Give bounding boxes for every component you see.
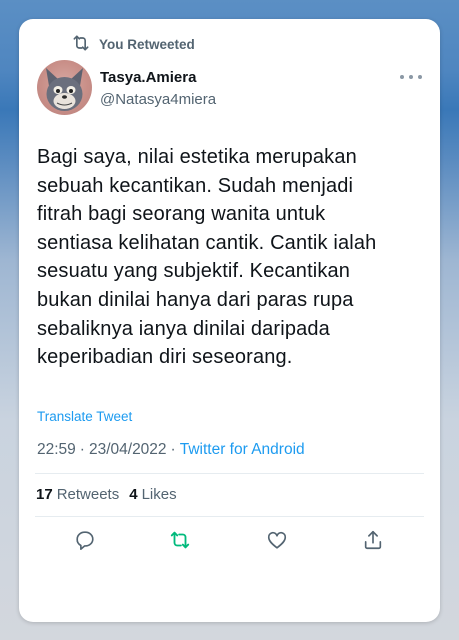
tweet-source-link[interactable]: Twitter for Android <box>180 441 305 459</box>
likes-stat[interactable]: 4 Likes <box>129 486 176 503</box>
author-handle[interactable]: @Natasya4miera <box>100 91 216 108</box>
retweets-count: 17 <box>36 486 53 503</box>
meta-separator: · <box>79 441 85 458</box>
more-options-icon[interactable] <box>400 69 422 85</box>
retweet-context-label: You Retweeted <box>99 37 195 52</box>
retweets-stat[interactable]: 17 Retweets <box>36 486 119 503</box>
tweet-card: You Retweeted Tasya.Amiera @Natasya4mier… <box>19 19 440 622</box>
retweet-icon[interactable] <box>167 527 193 553</box>
retweet-context: You Retweeted <box>71 33 195 56</box>
likes-label: Likes <box>141 486 177 503</box>
tweet-actions <box>19 527 440 555</box>
reply-icon[interactable] <box>72 527 98 553</box>
share-icon[interactable] <box>360 527 386 553</box>
divider <box>35 516 424 517</box>
likes-count: 4 <box>129 486 138 503</box>
translate-tweet-link[interactable]: Translate Tweet <box>37 409 132 424</box>
author-display-name[interactable]: Tasya.Amiera <box>100 69 196 86</box>
retweet-icon <box>71 33 91 56</box>
like-icon[interactable] <box>264 527 290 553</box>
avatar[interactable] <box>37 60 92 115</box>
tweet-time[interactable]: 22:59 <box>37 441 76 459</box>
retweets-label: Retweets <box>56 486 120 503</box>
tweet-stats: 17 Retweets 4 Likes <box>36 486 177 503</box>
tweet-date[interactable]: 23/04/2022 <box>89 441 167 459</box>
meta-separator: · <box>170 441 176 458</box>
avatar-image <box>46 68 83 111</box>
tweet-meta: 22:59 · 23/04/2022 · Twitter for Android <box>37 441 305 459</box>
divider <box>35 473 424 474</box>
tweet-text: Bagi saya, nilai estetika merupakan sebu… <box>37 146 377 369</box>
